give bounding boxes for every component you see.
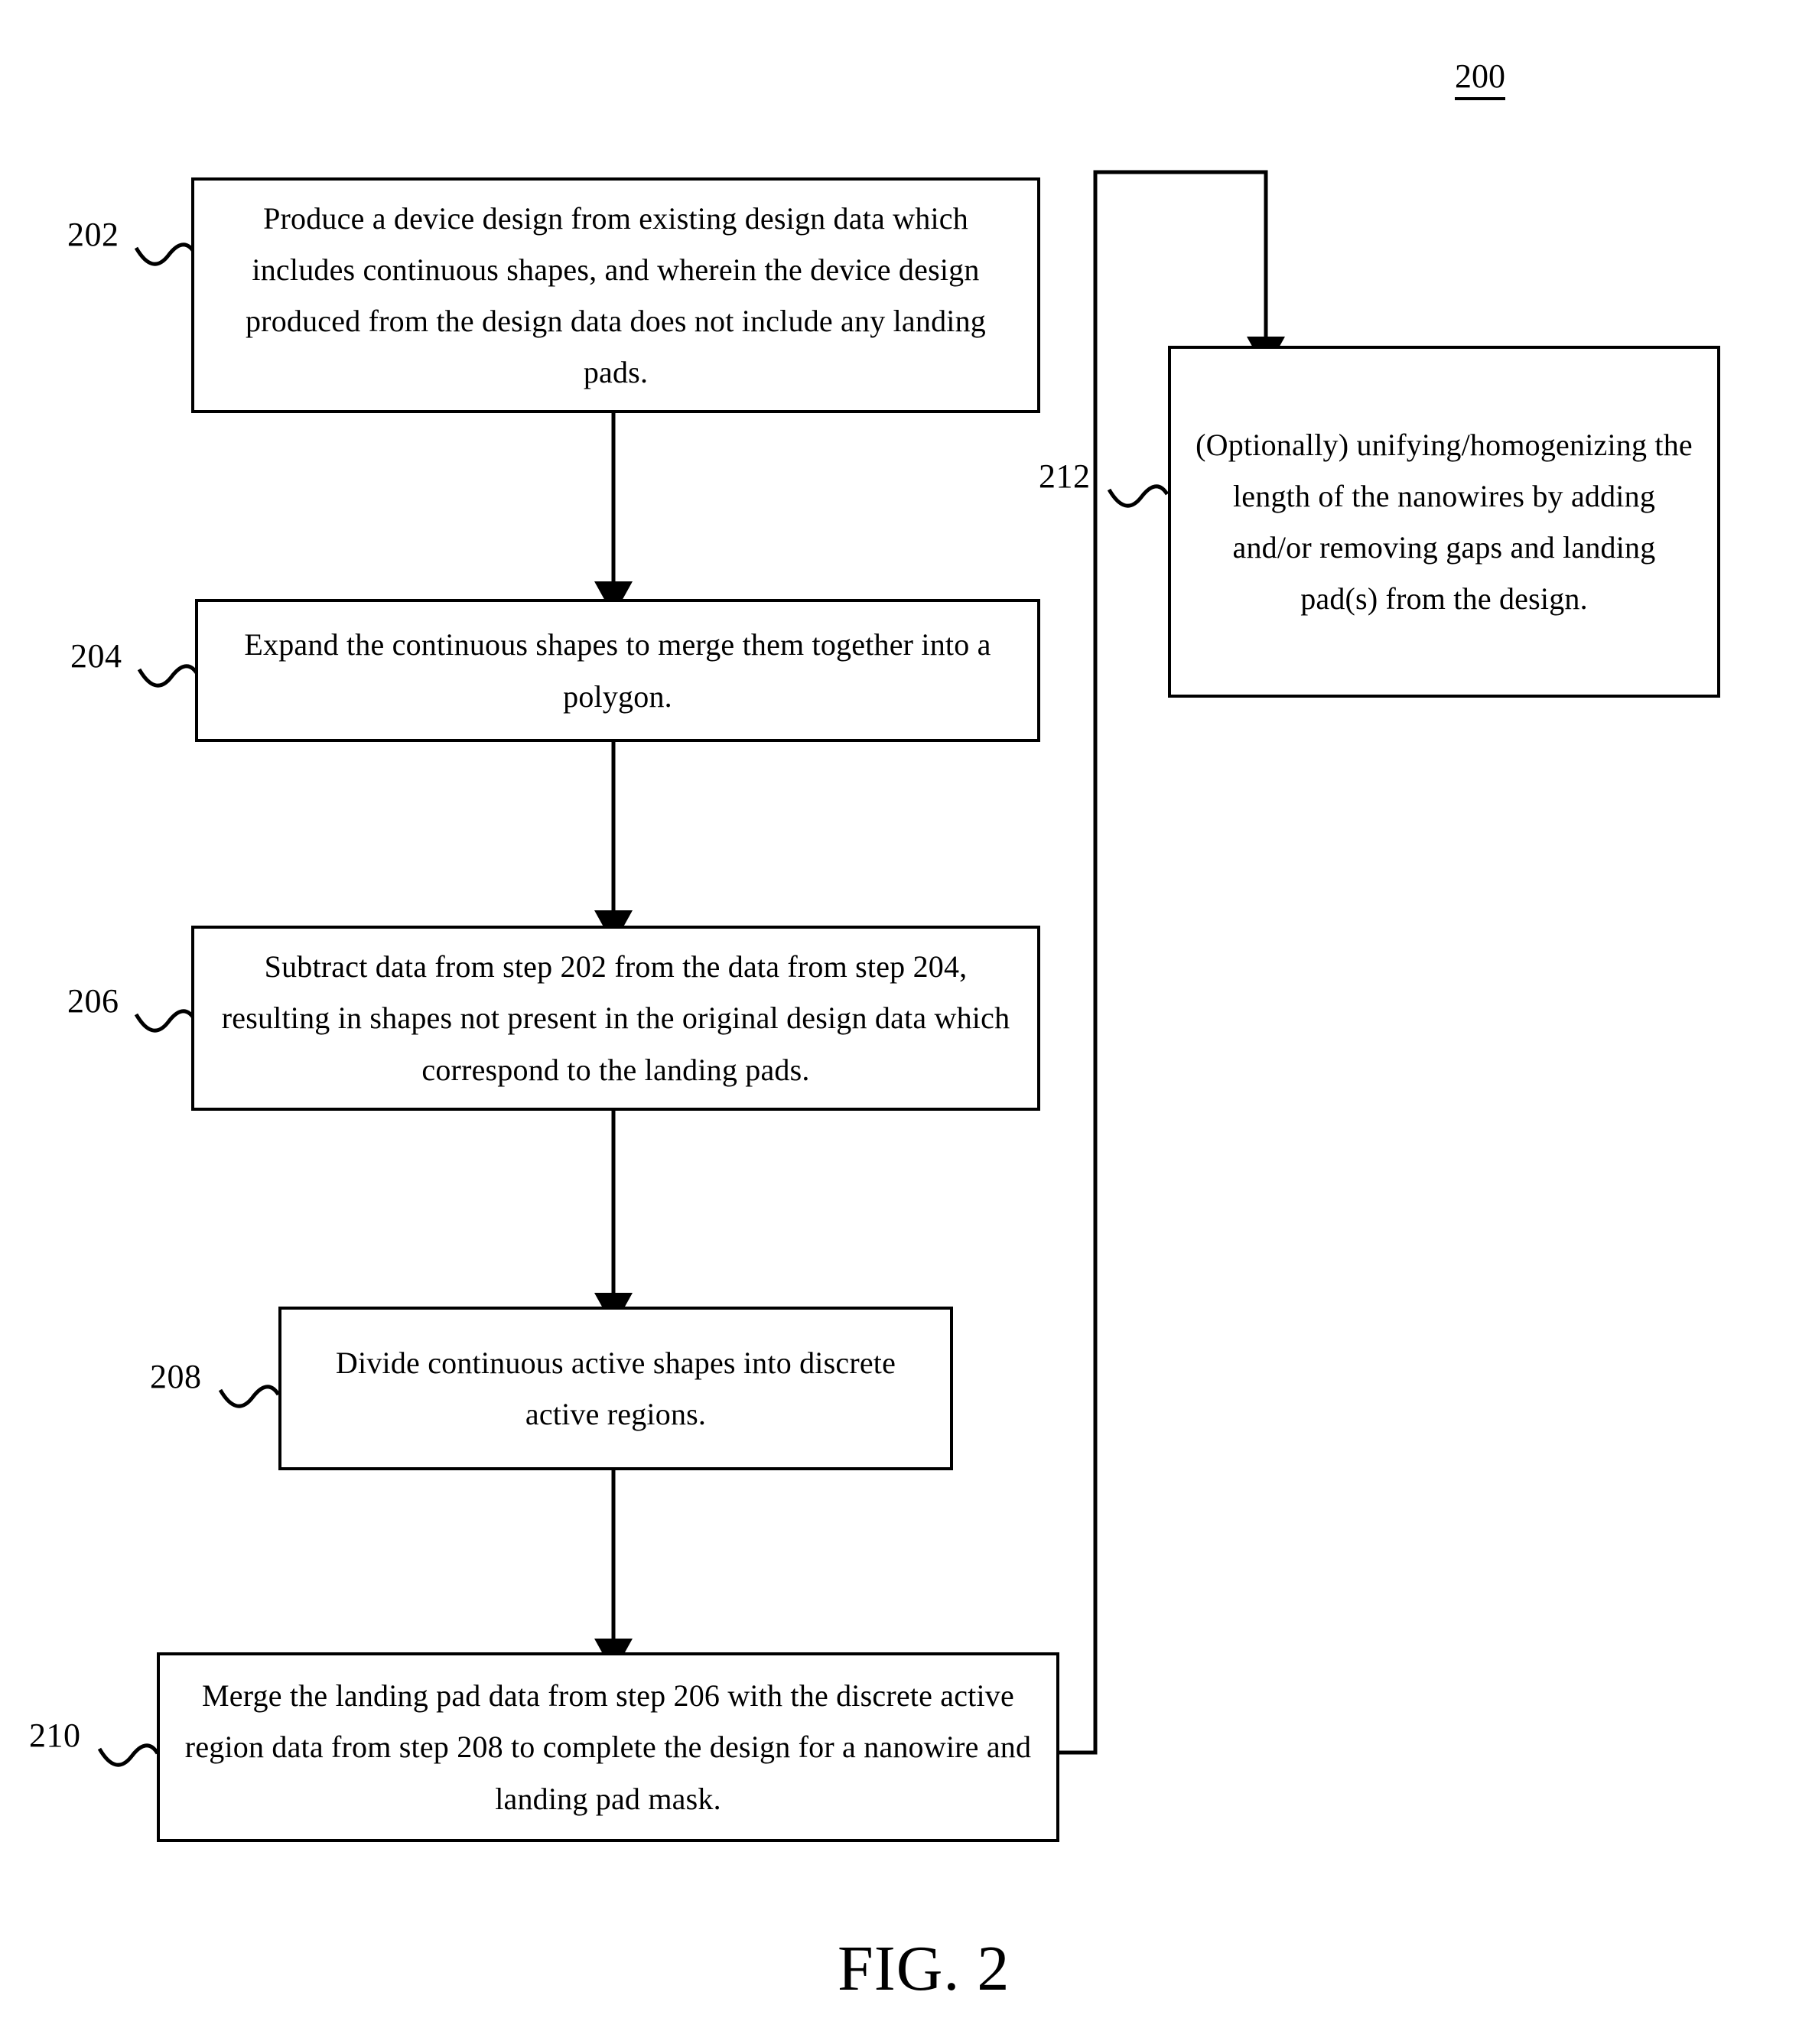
leader-line-204 [137,664,200,688]
flow-step-text-204: Expand the continuous shapes to merge th… [244,627,991,714]
flow-step-box-212: (Optionally) unifying/homogenizing the l… [1168,346,1720,698]
leader-line-208 [218,1385,281,1408]
flow-step-text-212: (Optionally) unifying/homogenizing the l… [1196,427,1693,617]
leader-line-210 [97,1743,160,1767]
leader-line-206 [134,1009,197,1033]
reference-numeral-202: 202 [67,216,119,253]
figure-caption: FIG. 2 [838,1933,1010,2004]
figure-identifier-200: 200 [1455,60,1505,100]
flow-step-box-206: Subtract data from step 202 from the dat… [191,926,1040,1111]
flow-step-box-204: Expand the continuous shapes to merge th… [195,599,1040,742]
leader-line-212 [1107,484,1170,508]
reference-numeral-204: 204 [70,637,122,675]
flow-step-box-208: Divide continuous active shapes into dis… [278,1307,953,1470]
flow-step-text-202: Produce a device design from existing de… [245,200,986,390]
reference-numeral-208: 208 [150,1358,202,1395]
flow-step-text-208: Divide continuous active shapes into dis… [335,1345,896,1431]
patent-figure-2: 200 202 Produce a device design from exi… [0,0,1812,2044]
reference-numeral-212: 212 [1039,457,1091,495]
flow-step-box-210: Merge the landing pad data from step 206… [157,1652,1059,1842]
flow-step-text-210: Merge the landing pad data from step 206… [184,1678,1032,1816]
reference-numeral-210: 210 [29,1717,81,1754]
flow-step-text-206: Subtract data from step 202 from the dat… [221,949,1010,1087]
leader-line-202 [134,242,197,266]
reference-numeral-206: 206 [67,982,119,1020]
flow-step-box-202: Produce a device design from existing de… [191,177,1040,413]
